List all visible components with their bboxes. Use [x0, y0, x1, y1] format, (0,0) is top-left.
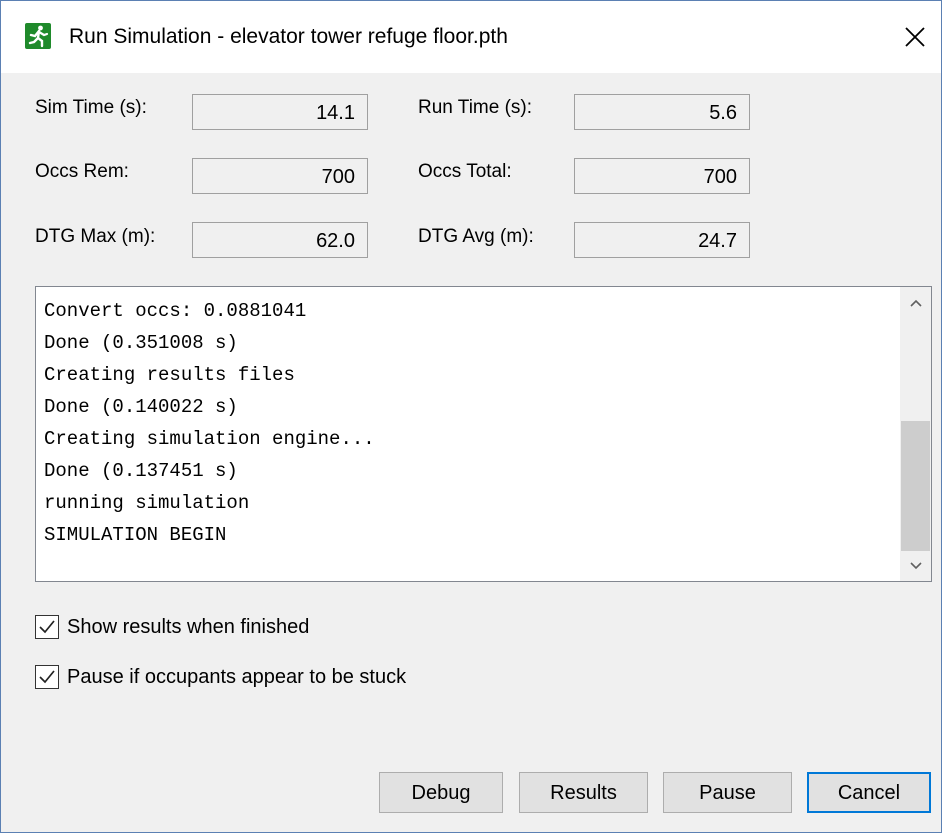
log-line: SIMULATION BEGIN	[44, 524, 227, 546]
close-icon	[905, 27, 925, 47]
chevron-down-icon	[909, 561, 922, 569]
running-man-exit-icon	[25, 23, 51, 49]
results-button[interactable]: Results	[519, 772, 648, 813]
debug-button[interactable]: Debug	[379, 772, 503, 813]
sim-time-label: Sim Time (s):	[35, 97, 147, 118]
close-button[interactable]	[889, 11, 941, 63]
log-line: Creating results files	[44, 364, 295, 386]
run-time-label: Run Time (s):	[418, 97, 533, 118]
pause-stuck-label: Pause if occupants appear to be stuck	[67, 665, 407, 688]
sim-time-field: 14.1	[192, 94, 368, 130]
scroll-thumb[interactable]	[901, 421, 930, 551]
pause-stuck-option[interactable]: Pause if occupants appear to be stuck	[35, 664, 406, 690]
dtg-avg-label: DTG Avg (m):	[418, 226, 534, 247]
cancel-button[interactable]: Cancel	[807, 772, 931, 813]
checkmark-icon	[39, 620, 55, 634]
checkmark-icon	[39, 670, 55, 684]
chevron-up-icon	[909, 299, 922, 307]
occs-rem-field: 700	[192, 158, 368, 194]
run-simulation-dialog: Run Simulation - elevator tower refuge f…	[0, 0, 942, 833]
occs-total-label: Occs Total:	[418, 161, 512, 182]
pause-stuck-checkbox[interactable]	[35, 665, 59, 689]
dtg-avg-field: 24.7	[574, 222, 750, 258]
log-scrollbar[interactable]	[900, 287, 931, 581]
scroll-up-button[interactable]	[900, 287, 931, 318]
dtg-max-field: 62.0	[192, 222, 368, 258]
show-results-label: Show results when finished	[67, 615, 310, 638]
occs-total-field: 700	[574, 158, 750, 194]
log-line: Creating simulation engine...	[44, 428, 375, 450]
log-line: Done (0.140022 s)	[44, 396, 238, 418]
occs-rem-label: Occs Rem:	[35, 161, 129, 182]
log-output[interactable]: Convert occs: 0.0881041 Done (0.351008 s…	[35, 286, 932, 582]
scroll-down-button[interactable]	[900, 550, 931, 581]
title-bar[interactable]: Run Simulation - elevator tower refuge f…	[1, 1, 941, 73]
log-line: Convert occs: 0.0881041	[44, 300, 307, 322]
run-time-field: 5.6	[574, 94, 750, 130]
show-results-option[interactable]: Show results when finished	[35, 614, 309, 640]
show-results-checkbox[interactable]	[35, 615, 59, 639]
log-lines: Convert occs: 0.0881041 Done (0.351008 s…	[44, 295, 897, 551]
dtg-max-label: DTG Max (m):	[35, 226, 156, 247]
window-title: Run Simulation - elevator tower refuge f…	[69, 25, 508, 48]
log-line: running simulation	[44, 492, 250, 514]
log-line: Done (0.351008 s)	[44, 332, 238, 354]
log-line: Done (0.137451 s)	[44, 460, 238, 482]
pause-button[interactable]: Pause	[663, 772, 792, 813]
